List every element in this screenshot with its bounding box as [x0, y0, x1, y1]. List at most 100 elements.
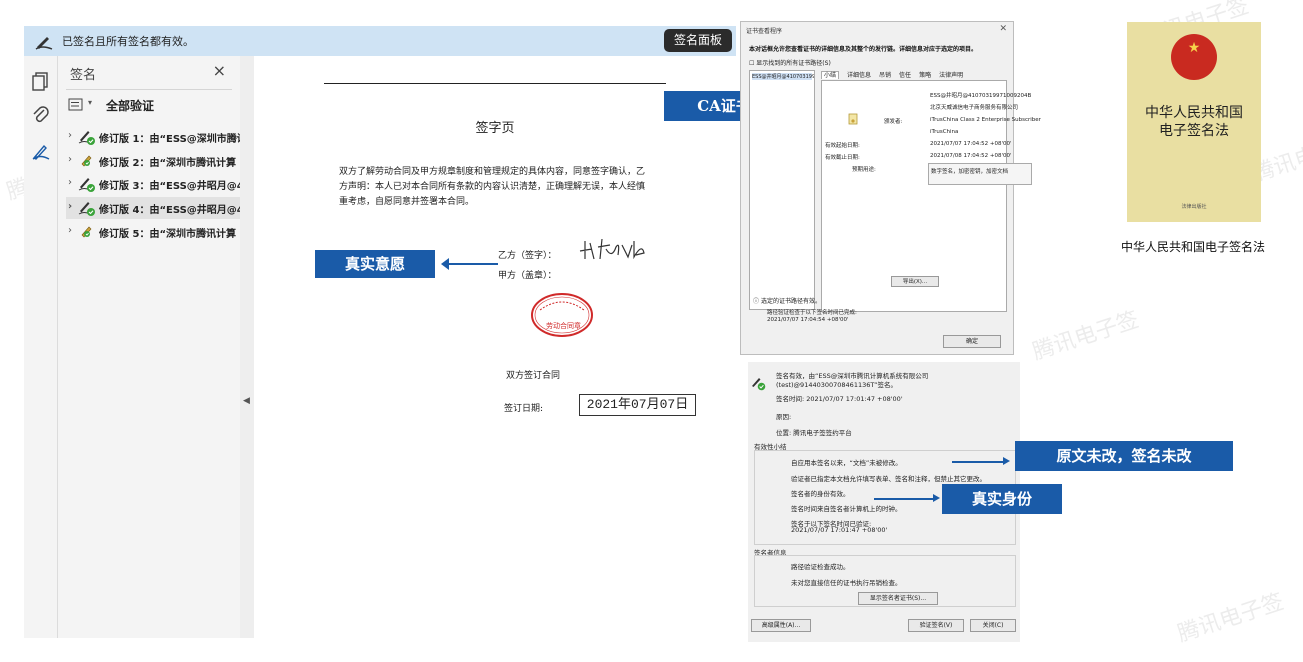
verify-all-button[interactable]: 全部验证 — [106, 97, 154, 114]
watermark: 腾讯电子签 — [1174, 589, 1287, 648]
usage-box: 数字签名，加密密钥，加密文档 — [928, 163, 1032, 185]
path-check-info: 路径验证检查于以下签名时间已完成: 2021/07/07 17:04:54 +0… — [767, 310, 857, 324]
document-page: 签字页 双方了解劳动合同及甲方规章制度和管理规定的具体内容，同意签字确认，乙方声… — [254, 56, 736, 638]
callout-true-intent: 真实意愿 — [315, 250, 435, 278]
validity-line: 签名时间来自签名者计算机上的时钟。 — [791, 505, 902, 513]
chevron-right-icon[interactable]: › — [68, 225, 72, 236]
signature-panel-button[interactable]: 签名面板 — [664, 29, 732, 52]
certificate-viewer-window: 证书查看程序 ✕ 本对话框允许您查看证书的详细信息及其整个的发行链。详细信息对应… — [740, 21, 1041, 355]
valid-from-value: 2021/07/07 17:04:52 +08'00' — [930, 141, 1012, 147]
subject-line: 北京天威诚信电子商务服务有限公司 — [930, 105, 1019, 111]
export-button[interactable]: 导出(X)... — [891, 276, 939, 287]
signature-pen-icon — [35, 37, 53, 50]
path-check-text: 路径验证检查于以下签名时间已完成: — [767, 310, 857, 316]
book-caption: 中华人民共和国电子签名法 — [1120, 240, 1265, 254]
path-check-time: 2021/07/07 17:04:54 +08'00' — [767, 317, 849, 323]
arrowhead-icon — [1003, 457, 1010, 465]
tab-3[interactable]: 信任 — [899, 72, 911, 79]
cert-tabs: 小结 详细信息 吊销 信任 策略 法律声明 — [821, 70, 971, 79]
verify-all-row[interactable]: ▾ 全部验证 — [68, 96, 233, 116]
book-title-line: 中华人民共和国 — [1145, 105, 1243, 121]
validity-line: 自应用本签名以来，“文档”未被修改。 — [791, 459, 902, 467]
callout-arrow — [874, 498, 934, 500]
close-icon[interactable]: ✕ — [999, 24, 1007, 34]
options-menu-icon[interactable] — [68, 98, 84, 112]
valid-from-label: 有效起始日期: — [825, 143, 860, 149]
certificate-chain-list[interactable]: ESS@井昭月@41070319971002... — [749, 70, 815, 310]
valid-signature-icon — [78, 178, 95, 192]
revision-item[interactable]: › 修订版 4：由“ESS@井昭月@4 — [66, 197, 240, 219]
show-all-paths-label: 显示找到的所有证书路径(S) — [756, 60, 831, 67]
sign-date-field[interactable]: 2021年07月07日 — [579, 394, 696, 416]
callout-unchanged: 原文未改，签名未改 — [1015, 441, 1233, 471]
chevron-right-icon[interactable]: › — [68, 177, 72, 188]
revision-item[interactable]: › 修订版 1：由“ESS@深圳市腾讯 — [66, 126, 240, 148]
tab-0[interactable]: 小结 — [821, 71, 840, 79]
sign-date-label: 签订日期: — [504, 404, 544, 414]
chevron-right-icon[interactable]: › — [68, 130, 72, 141]
ok-button[interactable]: 确定 — [943, 335, 1001, 348]
chevron-right-icon[interactable]: › — [68, 154, 72, 165]
location: 位置: 腾讯电子签签约平台 — [776, 429, 852, 437]
valid-signature-icon — [752, 378, 766, 391]
valid-to-value: 2021/07/08 17:04:52 +08'00' — [930, 153, 1012, 159]
panel-splitter[interactable]: ◀ — [240, 56, 254, 638]
book-publisher: 法律出版社 — [1181, 204, 1207, 210]
close-button[interactable]: 关闭(C) — [970, 619, 1016, 632]
list-item[interactable]: ESS@井昭月@41070319971002... — [752, 73, 814, 80]
signed-by-both-label: 双方签订合同 — [506, 371, 561, 381]
chevron-right-icon[interactable]: › — [68, 201, 72, 212]
info-icon: ⓘ — [753, 298, 760, 305]
tab-2[interactable]: 吊销 — [879, 72, 891, 79]
party-b-label: 乙方（签字）： — [498, 251, 557, 261]
book-title-line: 电子签名法 — [1159, 123, 1229, 139]
tab-4[interactable]: 策略 — [919, 72, 931, 79]
show-signer-certificate-button[interactable]: 显示签名者证书(S)... — [858, 592, 938, 605]
signature-status-message: 已签名且所有签名都有效。 — [62, 35, 194, 48]
path-valid-text: 选定的证书路径有效。 — [760, 298, 821, 305]
collapse-arrow-icon[interactable]: ◀ — [243, 396, 250, 406]
signature-panel-title: 签名 — [70, 68, 97, 83]
issuer-line: iTrusChina Class 2 Enterprise Subscriber — [930, 117, 1041, 123]
advanced-properties-button[interactable]: 高级属性(A)... — [751, 619, 811, 632]
revision-label: 修订版 4：由“ESS@井昭月@4 — [99, 205, 240, 216]
close-icon[interactable]: × — [213, 61, 226, 80]
revision-label: 修订版 1：由“ESS@深圳市腾讯 — [99, 134, 240, 145]
arrowhead-icon — [441, 258, 449, 270]
usage-value: 数字签名，加密密钥，加密文档 — [931, 169, 1009, 175]
company-seal — [531, 293, 593, 337]
issuer-line: iTrusChina — [930, 129, 959, 135]
subject-line: ESS@井昭月@41070319971009204B — [930, 93, 1032, 99]
attachment-icon[interactable] — [30, 104, 52, 126]
document-paragraph: 双方了解劳动合同及甲方规章制度和管理规定的具体内容，同意签字确认，乙方声明：本人… — [339, 167, 646, 207]
revision-item[interactable]: › 修订版 5：由“深圳市腾讯计算 — [66, 221, 240, 243]
stamp-signature-icon — [81, 226, 92, 238]
revision-label: 修订版 3：由“ESS@井昭月@4 — [99, 181, 240, 192]
signer-line: 路径验证检查成功。 — [791, 563, 850, 571]
callout-arrow — [952, 461, 1004, 463]
verify-signature-button[interactable]: 验证签名(V) — [908, 619, 964, 632]
tab-5[interactable]: 法律声明 — [939, 72, 963, 79]
valid-signature-icon — [78, 202, 95, 216]
pages-icon[interactable] — [30, 70, 52, 92]
validity-line: 2021/07/07 17:01:47 +08'00' — [791, 526, 888, 534]
revision-item[interactable]: › 修订版 3：由“ESS@井昭月@4 — [66, 173, 240, 195]
watermark: 腾讯电子签 — [1029, 307, 1142, 366]
national-emblem-icon: ★ — [1171, 34, 1217, 80]
chevron-down-icon[interactable]: ▾ — [88, 98, 92, 107]
revision-item[interactable]: › 修订版 2：由“深圳市腾讯计算 — [66, 150, 240, 172]
revision-label: 修订版 5：由“深圳市腾讯计算 — [99, 229, 237, 240]
usage-label: 预期用途: — [852, 167, 876, 173]
signature-tool-icon[interactable] — [30, 140, 52, 162]
reason: 原因: — [776, 413, 792, 421]
arrowhead-icon — [933, 494, 940, 502]
header-rule — [324, 83, 666, 84]
tab-1[interactable]: 详细信息 — [847, 72, 871, 79]
show-all-paths-checkbox[interactable]: ☐ 显示找到的所有证书路径(S) — [749, 58, 831, 67]
callout-true-identity: 真实身份 — [942, 484, 1062, 514]
sign-time: 签名时间: 2021/07/07 17:01:47 +08'00' — [776, 395, 903, 403]
callout-arrow — [446, 263, 498, 265]
valid-signature-icon — [78, 131, 95, 145]
certificate-icon — [848, 113, 858, 125]
law-book-cover: ★ 中华人民共和国 电子签名法 法律出版社 — [1127, 22, 1261, 222]
